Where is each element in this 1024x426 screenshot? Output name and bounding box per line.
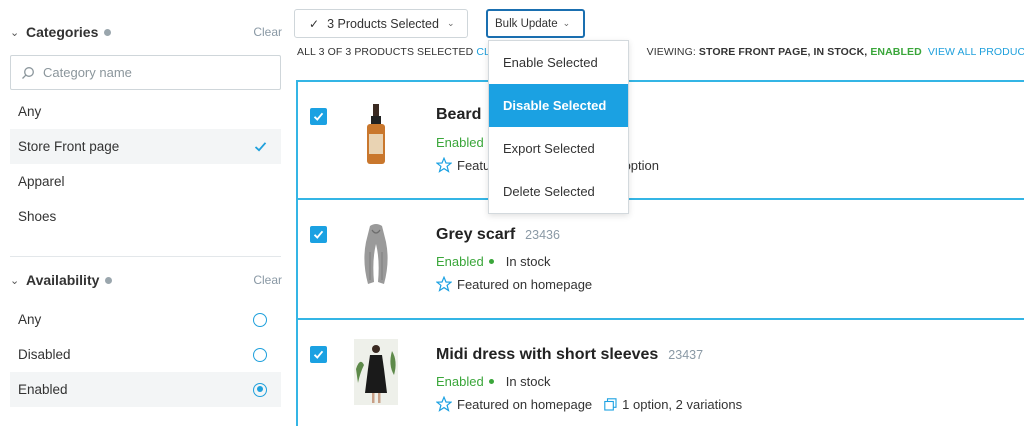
category-option-label: Any [18, 104, 42, 119]
product-checkbox[interactable] [310, 226, 327, 243]
categories-clear-link[interactable]: Clear [253, 25, 282, 39]
check-icon: ✓ [309, 16, 320, 31]
product-stock-label: In stock [505, 254, 551, 269]
chevron-down-icon: ⌄ [446, 18, 455, 28]
sidebar-divider [10, 256, 281, 257]
checkmark-icon [313, 112, 324, 121]
viewing-label: VIEWING: [646, 46, 696, 58]
product-stock-label: In stock [505, 374, 551, 389]
category-option-label: Store Front page [18, 139, 120, 154]
viewing-enabled-text: ENABLED [870, 46, 922, 58]
checkmark-icon [254, 142, 267, 152]
categories-title: Categories [26, 24, 99, 40]
menu-item-disable-selected[interactable]: Disable Selected [489, 84, 628, 127]
radio-button-selected[interactable] [253, 382, 267, 397]
status-dot [488, 378, 494, 384]
status-dot [488, 258, 494, 264]
product-checkbox[interactable] [310, 108, 327, 125]
product-name[interactable]: Beard [436, 106, 481, 124]
product-enabled-label: Enabled [436, 135, 484, 150]
availability-header[interactable]: ⌄ Availability Clear [10, 268, 282, 292]
search-icon [22, 66, 34, 79]
category-search[interactable] [10, 55, 281, 90]
category-option-any[interactable]: Any [10, 94, 281, 129]
category-search-input[interactable] [43, 65, 263, 80]
bulk-update-button[interactable]: Bulk Update ⌄ [486, 9, 585, 38]
menu-item-delete-selected[interactable]: Delete Selected [489, 170, 628, 213]
category-option-apparel[interactable]: Apparel [10, 164, 281, 199]
availability-option-label: Any [18, 312, 42, 327]
radio-button[interactable] [253, 312, 267, 327]
menu-item-export-selected[interactable]: Export Selected [489, 127, 628, 170]
product-options: 1 option, 2 variations [604, 397, 742, 412]
product-thumbnail-beard-oil [367, 104, 385, 164]
featured-label: Featured on homepage [457, 276, 593, 292]
featured-label: Featured on homepage [457, 396, 593, 412]
category-option-label: Shoes [18, 209, 57, 224]
product-thumbnail-grey-scarf [364, 224, 388, 284]
product-enabled-label: Enabled [436, 374, 484, 389]
availability-option-any[interactable]: Any [10, 302, 281, 337]
product-name[interactable]: Midi dress with short sleeves 23437 [436, 346, 703, 364]
chevron-down-icon[interactable]: ⌄ [10, 274, 24, 287]
availability-option-disabled[interactable]: Disabled [10, 337, 281, 372]
product-sku: 23437 [668, 348, 704, 362]
product-enabled-label: Enabled [436, 254, 484, 269]
product-row[interactable]: Grey scarf 23436 Enabled In stock Feature… [298, 198, 1024, 318]
viewing-filters-text: STORE FRONT PAGE, IN STOCK, [698, 46, 868, 58]
categories-header[interactable]: ⌄ Categories Clear [10, 20, 282, 44]
checkmark-icon [313, 230, 324, 239]
radio-button[interactable] [253, 347, 267, 362]
product-thumbnail-midi-dress [354, 339, 398, 405]
product-featured: Featured on homepage [436, 276, 592, 292]
availability-option-label: Disabled [18, 347, 71, 362]
star-icon[interactable] [436, 276, 452, 292]
availability-option-enabled[interactable]: Enabled [10, 372, 281, 407]
product-row[interactable]: Midi dress with short sleeves 23437 Enabl… [298, 318, 1024, 426]
product-status: Enabled In stock [436, 374, 551, 389]
checkmark-icon [313, 350, 324, 359]
star-icon[interactable] [436, 396, 452, 412]
view-all-products-link[interactable]: VIEW ALL PRODUCTS [928, 46, 1024, 58]
product-checkbox[interactable] [310, 346, 327, 363]
products-selected-button[interactable]: ✓ 3 Products Selected ⌄ [294, 9, 468, 38]
product-row[interactable]: Beard Enabled Featur option [298, 80, 1024, 200]
product-featured: Featured on homepage 1 option, 2 variati… [436, 396, 742, 412]
availability-title: Availability [26, 272, 100, 288]
product-options-label: 1 option, 2 variations [622, 396, 743, 412]
product-status: Enabled In stock [436, 254, 551, 269]
category-option-store-front-page[interactable]: Store Front page [10, 129, 281, 164]
variations-icon [604, 397, 617, 411]
products-selected-label: 3 Products Selected [327, 16, 439, 31]
category-option-label: Apparel [18, 174, 65, 189]
product-name[interactable]: Grey scarf 23436 [436, 226, 560, 244]
chevron-down-icon: ⌄ [562, 18, 571, 28]
filter-sidebar: ⌄ Categories Clear Any Store Front page … [0, 0, 290, 426]
star-icon[interactable] [436, 157, 452, 173]
availability-option-label: Enabled [18, 382, 68, 397]
categories-indicator-dot [104, 28, 112, 36]
category-option-shoes[interactable]: Shoes [10, 199, 281, 234]
product-sku: 23436 [525, 228, 560, 242]
bulk-update-label: Bulk Update [495, 17, 558, 30]
bulk-update-menu: Enable Selected Disable Selected Export … [488, 40, 629, 214]
selection-count-text: ALL 3 OF 3 PRODUCTS SELECTED [297, 46, 474, 58]
availability-indicator-dot [105, 276, 113, 284]
menu-item-enable-selected[interactable]: Enable Selected [489, 41, 628, 84]
selection-status-bar: ALL 3 OF 3 PRODUCTS SELECTED CLEA VIEWIN… [297, 46, 1024, 58]
chevron-down-icon[interactable]: ⌄ [10, 26, 24, 39]
product-list: Beard Enabled Featur option Grey scarf 23… [296, 80, 1024, 426]
availability-clear-link[interactable]: Clear [253, 273, 282, 287]
